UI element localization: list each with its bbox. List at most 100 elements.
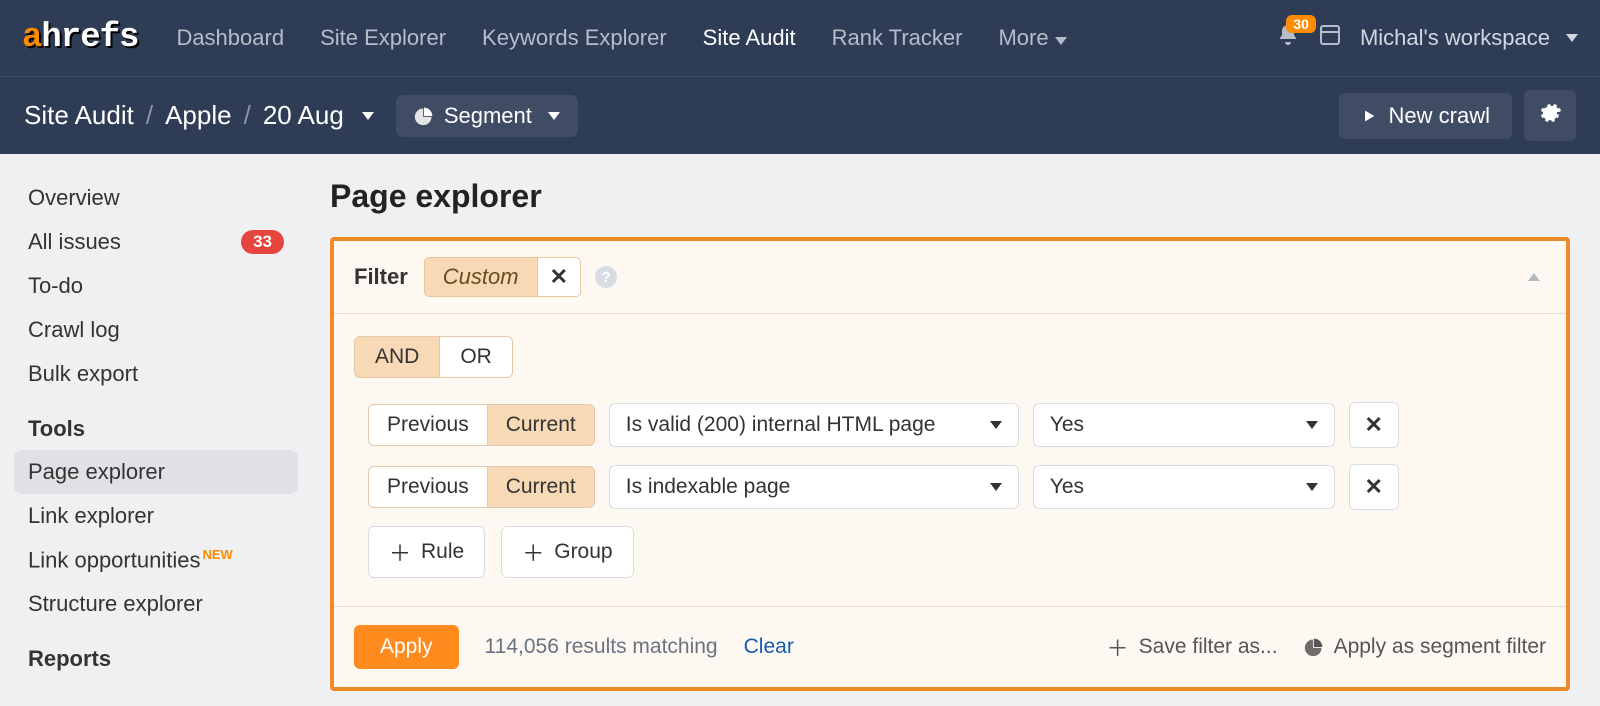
page-title: Page explorer [330,178,1570,215]
plus-icon: ＋ [1107,631,1129,663]
nav-keywords-explorer[interactable]: Keywords Explorer [464,17,685,59]
scope-current[interactable]: Current [488,404,595,446]
plus-icon: ＋ [389,536,411,568]
nav-label: Site Explorer [320,25,446,50]
apply-button[interactable]: Apply [354,625,459,669]
clear-link[interactable]: Clear [744,635,794,659]
scope-previous[interactable]: Previous [368,466,488,508]
chevron-down-icon [1055,37,1067,45]
apply-segment-button[interactable]: Apply as segment filter [1304,635,1546,659]
breadcrumb-sep: / [244,100,251,131]
nav-label: More [998,25,1048,50]
rule-field-select[interactable]: Is indexable page [609,465,1019,509]
apply-segment-label: Apply as segment filter [1334,635,1546,659]
sidebar-item-structure-explorer[interactable]: Structure explorer [14,582,298,626]
layout-icon [1318,23,1342,47]
new-crawl-button[interactable]: New crawl [1339,93,1512,139]
segment-label: Segment [444,103,532,129]
nav-label: Keywords Explorer [482,25,667,50]
sidebar-item-label: All issues [28,229,121,255]
save-filter-button[interactable]: ＋ Save filter as... [1107,631,1278,663]
breadcrumb-root[interactable]: Site Audit [24,100,134,131]
remove-rule-button[interactable]: ✕ [1349,464,1399,510]
rule-value-select[interactable]: Yes [1033,465,1335,509]
segment-button[interactable]: Segment [396,95,578,137]
settings-button[interactable] [1524,90,1576,141]
logic-label: AND [375,345,419,368]
logic-and[interactable]: AND [354,336,440,378]
add-rule-label: Rule [421,540,464,564]
filter-body: AND OR Previous Current Is valid (200) i… [334,314,1566,607]
nav-more[interactable]: More [980,17,1084,59]
content: Page explorer Filter Custom ✕ ? AND OR [312,154,1600,691]
filter-header: Filter Custom ✕ ? [334,241,1566,314]
pie-icon [1304,637,1324,657]
chevron-down-icon [1306,421,1318,429]
rule-value-label: Yes [1050,413,1084,437]
sidebar-item-bulk-export[interactable]: Bulk export [14,352,298,396]
chevron-down-icon [1306,483,1318,491]
play-icon [1361,108,1377,124]
chevron-down-icon [1566,34,1578,42]
rule-field-select[interactable]: Is valid (200) internal HTML page [609,403,1019,447]
filter-chip[interactable]: Custom [424,257,537,297]
sidebar-item-all-issues[interactable]: All issues 33 [14,220,298,264]
filter-label: Filter [354,264,408,290]
nav-label: Site Audit [703,25,796,50]
remove-rule-button[interactable]: ✕ [1349,402,1399,448]
sidebar-item-overview[interactable]: Overview [14,176,298,220]
breadcrumb-date[interactable]: 20 Aug [263,100,344,131]
help-icon[interactable]: ? [595,266,617,288]
scope-label: Previous [387,413,469,436]
filter-chip-remove[interactable]: ✕ [537,257,581,297]
scope-label: Current [506,475,576,498]
filter-rule: Previous Current Is indexable page Yes ✕ [354,464,1546,510]
breadcrumb-project[interactable]: Apple [165,100,232,131]
scope-current[interactable]: Current [488,466,595,508]
nav-rank-tracker[interactable]: Rank Tracker [814,17,981,59]
sidebar-item-label: Structure explorer [28,591,203,617]
sidebar-item-label: Overview [28,185,120,211]
logic-or[interactable]: OR [440,336,513,378]
sidebar-item-link-explorer[interactable]: Link explorer [14,494,298,538]
breadcrumb-sep: / [146,100,153,131]
workspace-menu[interactable]: Michal's workspace [1360,25,1578,51]
add-rule-button[interactable]: ＋ Rule [368,526,485,578]
rule-value-select[interactable]: Yes [1033,403,1335,447]
logic-label: OR [460,345,492,368]
chevron-down-icon [990,421,1002,429]
nav-site-audit[interactable]: Site Audit [685,17,814,59]
sidebar-tools-header: Tools [14,396,298,450]
sidebar-item-link-opportunities[interactable]: Link opportunitiesNEW [14,538,298,582]
pie-icon [414,106,434,126]
scope-previous[interactable]: Previous [368,404,488,446]
chevron-down-icon [362,112,374,120]
gear-icon [1538,100,1562,124]
sidebar-item-page-explorer[interactable]: Page explorer [14,450,298,494]
add-group-button[interactable]: ＋Group [501,526,633,578]
close-icon: ✕ [1365,412,1383,438]
nav-label: Rank Tracker [832,25,963,50]
sidebar-item-label: Link opportunities [28,547,200,572]
notifications-button[interactable]: 30 [1276,23,1300,53]
nav-dashboard[interactable]: Dashboard [158,17,302,59]
sidebar-item-crawl-log[interactable]: Crawl log [14,308,298,352]
rule-value-label: Yes [1050,475,1084,499]
filter-footer: Apply 114,056 results matching Clear ＋ S… [334,607,1566,687]
plus-icon: ＋ [522,536,544,568]
close-icon: ✕ [1365,474,1383,500]
breadcrumb: Site Audit / Apple / 20 Aug [24,100,374,131]
sidebar-item-todo[interactable]: To-do [14,264,298,308]
collapse-toggle[interactable] [1528,268,1546,286]
close-icon: ✕ [550,264,568,290]
sidebar-item-label: Crawl log [28,317,120,343]
grid-view-button[interactable] [1318,23,1342,53]
save-filter-label: Save filter as... [1139,635,1278,659]
top-nav: ahrefs Dashboard Site Explorer Keywords … [0,0,1600,76]
nav-label: Dashboard [176,25,284,50]
new-crawl-label: New crawl [1389,103,1490,129]
scope-label: Current [506,413,576,436]
logo[interactable]: ahrefs [22,19,138,57]
apply-label: Apply [380,635,433,658]
nav-site-explorer[interactable]: Site Explorer [302,17,464,59]
